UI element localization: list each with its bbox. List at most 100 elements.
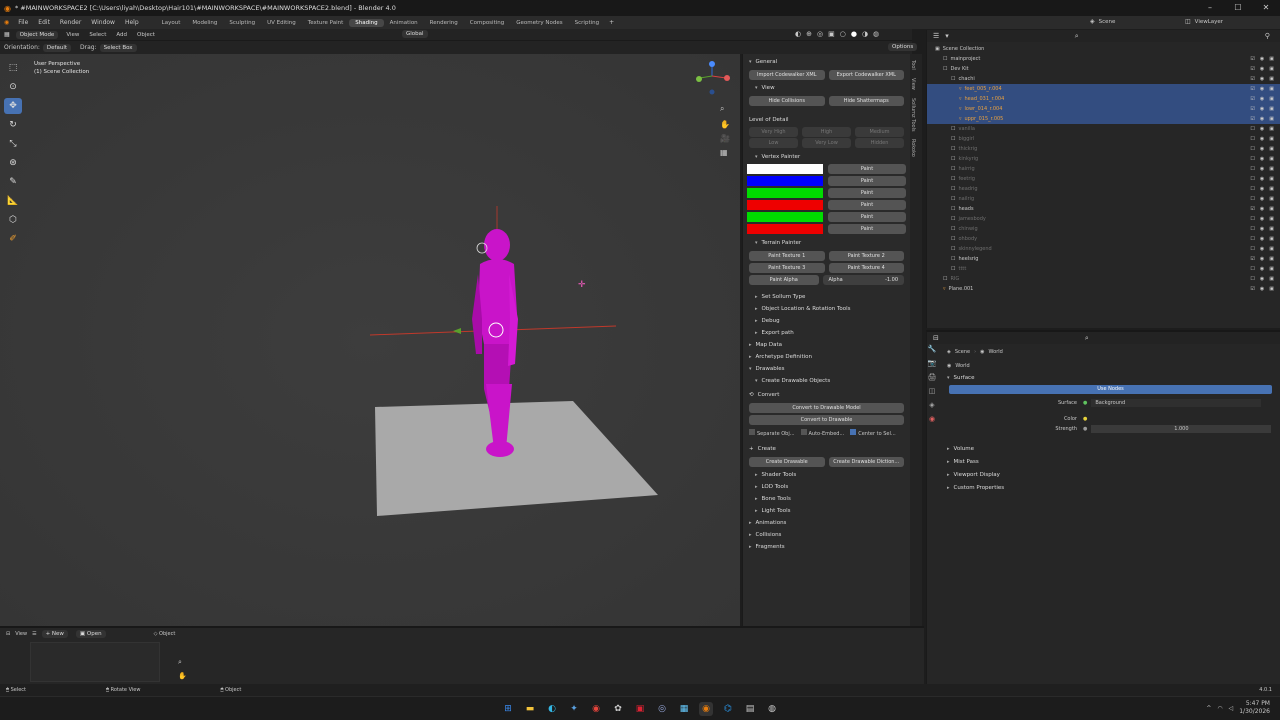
world-tab-icon[interactable]: ◉ <box>926 415 938 427</box>
outliner-row[interactable]: ☐ heads ☑ ◉ ▣ <box>927 204 1280 214</box>
camera-icon[interactable]: ▣ <box>1269 156 1274 162</box>
pencil-tool-icon[interactable]: ✐ <box>4 231 22 247</box>
lod-high-button[interactable]: High <box>802 127 851 137</box>
app3-icon[interactable]: ▣ <box>633 702 647 716</box>
lod-hidden-button[interactable]: Hidden <box>855 138 904 148</box>
zoom-icon[interactable]: ⌕ <box>720 104 724 114</box>
map-data-section[interactable]: ▸ Map Data <box>743 339 910 351</box>
exclude-checkbox-icon[interactable]: ☐ <box>1250 266 1254 272</box>
outliner-editor-icon[interactable]: ☰ <box>933 32 939 40</box>
outliner-row[interactable]: ☐ Dev Kit ☑ ◉ ▣ <box>927 64 1280 74</box>
paint-button[interactable]: Paint <box>828 188 906 198</box>
surface-node-field[interactable]: Background <box>1091 399 1262 407</box>
eye-icon[interactable]: ◉ <box>1260 86 1264 92</box>
viewport-menu-view[interactable]: View <box>66 32 79 38</box>
tray-arrow-icon[interactable]: ^ <box>1206 705 1211 712</box>
bone-tools-section[interactable]: ▸ Bone Tools <box>743 493 910 505</box>
orientation-selector[interactable]: Default <box>42 43 72 52</box>
eye-icon[interactable]: ◉ <box>1260 196 1264 202</box>
outliner-row[interactable]: ☐ chinwig ☐ ◉ ▣ <box>927 224 1280 234</box>
file-explorer-icon[interactable]: ▬ <box>523 702 537 716</box>
convert-to-drawable-model-button[interactable]: Convert to Drawable Model <box>749 403 904 413</box>
lod-low-button[interactable]: Low <box>749 138 798 148</box>
eye-icon[interactable]: ◉ <box>1260 246 1264 252</box>
clock-time[interactable]: 5:47 PM <box>1239 700 1270 708</box>
outliner-row[interactable]: ☐ heelsrig ☑ ◉ ▣ <box>927 254 1280 264</box>
menu-edit[interactable]: Edit <box>38 19 50 26</box>
workspace-tab-texture-paint[interactable]: Texture Paint <box>302 19 350 27</box>
view-layer-selector[interactable]: ViewLayer <box>1195 19 1223 25</box>
zoom-icon[interactable]: ⌕ <box>178 658 182 667</box>
n-panel-tab-3[interactable]: Rokoko <box>910 139 916 157</box>
surface-panel[interactable]: ▾ Surface <box>927 372 1280 384</box>
open-image-button[interactable]: ▣ Open <box>75 629 106 638</box>
separate-objects-checkbox[interactable]: Separate Obj... <box>749 429 795 437</box>
3d-viewport[interactable]: ✛ <box>0 54 740 626</box>
workspace-tab-uv-editing[interactable]: UV Editing <box>261 19 302 27</box>
exclude-checkbox-icon[interactable]: ☑ <box>1250 106 1254 112</box>
shading-material-icon[interactable]: ◑ <box>862 30 868 38</box>
app-icon[interactable]: ✦ <box>567 702 581 716</box>
menu-file[interactable]: File <box>18 19 28 26</box>
use-nodes-button[interactable]: Use Nodes <box>949 385 1272 394</box>
outliner-row[interactable]: ▿ feet_005_r.004 ☑ ◉ ▣ <box>927 84 1280 94</box>
edge-icon[interactable]: ◐ <box>545 702 559 716</box>
shading-wireframe-icon[interactable]: ○ <box>840 30 846 38</box>
animations-section[interactable]: ▸ Animations <box>743 517 910 529</box>
export-xml-button[interactable]: Export Codewalker XML <box>828 70 904 80</box>
exclude-checkbox-icon[interactable]: ☐ <box>1250 236 1254 242</box>
exclude-checkbox-icon[interactable]: ☐ <box>1250 186 1254 192</box>
clock-date[interactable]: 1/30/2026 <box>1239 708 1270 716</box>
close-button[interactable]: ✕ <box>1252 0 1280 16</box>
exclude-checkbox-icon[interactable]: ☑ <box>1250 66 1254 72</box>
discord-icon[interactable]: ◍ <box>765 702 779 716</box>
camera-icon[interactable]: ▣ <box>1269 216 1274 222</box>
camera-icon[interactable]: ▣ <box>1269 166 1274 172</box>
exclude-checkbox-icon[interactable]: ☑ <box>1250 76 1254 82</box>
archetype-section[interactable]: ▸ Archetype Definition <box>743 351 910 363</box>
mode-selector[interactable]: Object Mode <box>15 30 59 39</box>
menu-help[interactable]: Help <box>125 19 139 26</box>
n-panel-tab-0[interactable]: Tool <box>910 60 916 70</box>
eye-icon[interactable]: ◉ <box>1260 136 1264 142</box>
viewport-menu-add[interactable]: Add <box>116 32 127 38</box>
tweak-tool-icon[interactable]: ⬚ <box>4 60 22 76</box>
eye-icon[interactable]: ◉ <box>1260 156 1264 162</box>
view-layer-tab-icon[interactable]: ◫ <box>926 387 938 399</box>
wifi-icon[interactable]: ◠ <box>1217 705 1222 712</box>
eye-icon[interactable]: ◉ <box>1260 236 1264 242</box>
exclude-checkbox-icon[interactable]: ☐ <box>1250 166 1254 172</box>
volume-panel[interactable]: ▸ Volume <box>927 442 1280 455</box>
eye-icon[interactable]: ◉ <box>1260 256 1264 262</box>
create-drawable-objects-section[interactable]: ▾ Create Drawable Objects <box>743 375 910 387</box>
color-swatch[interactable] <box>747 164 823 174</box>
outliner-row[interactable]: ☐ chachi ☑ ◉ ▣ <box>927 74 1280 84</box>
outliner-row[interactable]: ☐ thickrig ☐ ◉ ▣ <box>927 144 1280 154</box>
start-icon[interactable]: ⊞ <box>501 702 515 716</box>
menu-render[interactable]: Render <box>60 19 81 26</box>
camera-icon[interactable]: ▣ <box>1269 206 1274 212</box>
lod-medium-button[interactable]: Medium <box>855 127 904 137</box>
render-tab-icon[interactable]: 📷 <box>926 359 938 371</box>
lod-tools-section[interactable]: ▸ LOD Tools <box>743 481 910 493</box>
outliner-row[interactable]: ☐ headrig ☐ ◉ ▣ <box>927 184 1280 194</box>
search-icon[interactable]: ⌕ <box>1085 334 1089 343</box>
outliner-row[interactable]: ☐ ohbody ☐ ◉ ▣ <box>927 234 1280 244</box>
transform-orientation[interactable]: Global <box>402 30 428 38</box>
create-drawable-button[interactable]: Create Drawable <box>749 457 825 467</box>
hide-shattermaps-button[interactable]: Hide Shattermaps <box>828 96 904 106</box>
world-name-field[interactable]: World <box>955 363 969 369</box>
camera-icon[interactable]: ▣ <box>1269 126 1274 132</box>
camera-icon[interactable]: ▣ <box>1269 76 1274 82</box>
tool-section-2[interactable]: ▸ Debug <box>743 315 910 327</box>
n-panel-tab-2[interactable]: Sollumz Tools <box>910 98 916 132</box>
eye-icon[interactable]: ◉ <box>1260 226 1264 232</box>
paint-texture-3-button[interactable]: Paint Texture 3 <box>749 263 825 273</box>
outliner-row[interactable]: ☐ skinnylegend ☐ ◉ ▣ <box>927 244 1280 254</box>
menu-window[interactable]: Window <box>91 19 115 26</box>
exclude-checkbox-icon[interactable]: ☑ <box>1250 206 1254 212</box>
workspace-tab-rendering[interactable]: Rendering <box>424 19 464 27</box>
shading-solid-icon[interactable]: ● <box>851 30 857 38</box>
camera-icon[interactable]: ▣ <box>1269 256 1274 262</box>
eye-icon[interactable]: ◉ <box>1260 146 1264 152</box>
